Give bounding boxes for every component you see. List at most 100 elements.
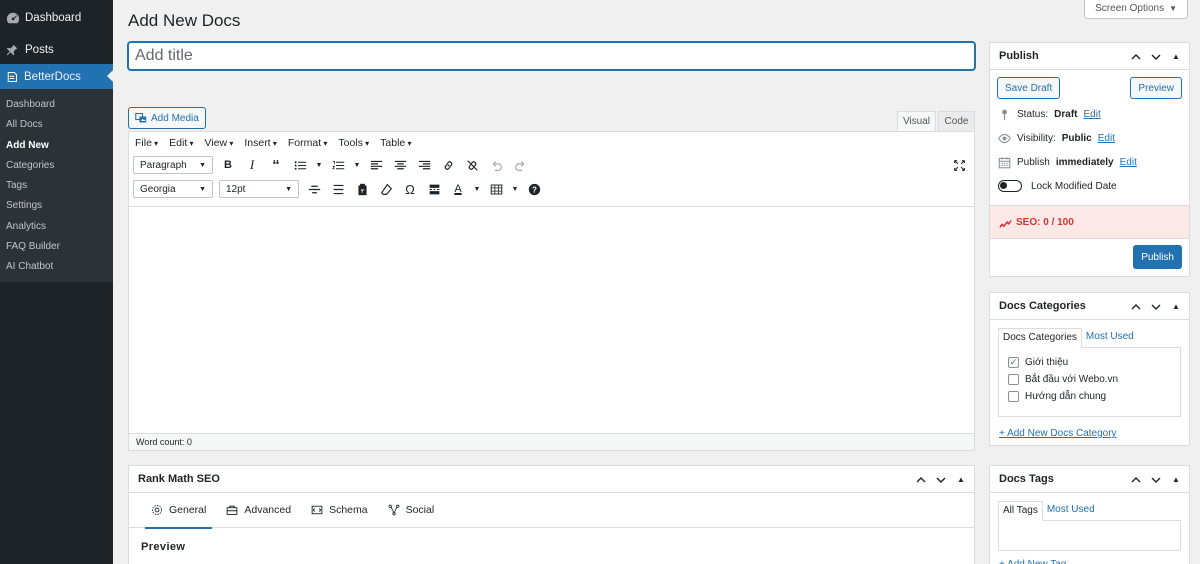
chevron-down-icon[interactable] — [1149, 302, 1163, 312]
edit-status-link[interactable]: Edit — [1083, 109, 1100, 120]
sidebar-item-label: BetterDocs — [24, 70, 81, 83]
chevron-up-icon[interactable] — [914, 475, 928, 485]
tab-code[interactable]: Code — [938, 111, 975, 131]
share-icon — [388, 504, 400, 516]
add-new-tag-link[interactable]: + Add New Tag — [990, 551, 1189, 564]
align-center-icon[interactable] — [391, 156, 409, 174]
menu-file[interactable]: File — [135, 137, 158, 149]
font-size-select[interactable]: 12pt ▼ — [219, 180, 299, 198]
submenu-all-docs[interactable]: All Docs — [0, 115, 113, 135]
page-title: Add New Docs — [128, 11, 241, 30]
menu-format[interactable]: Format — [288, 137, 328, 149]
collapse-triangle-icon[interactable]: ▲ — [1169, 475, 1183, 484]
collapse-triangle-icon[interactable]: ▲ — [1169, 302, 1183, 311]
tab-most-used-tags[interactable]: Most Used — [1043, 501, 1099, 521]
editor-content-area[interactable] — [129, 206, 974, 434]
paste-text-icon[interactable] — [353, 180, 371, 198]
menu-insert[interactable]: Insert — [244, 137, 277, 149]
submenu-categories[interactable]: Categories — [0, 156, 113, 176]
menu-tools[interactable]: Tools — [338, 137, 369, 149]
list-item[interactable]: ✓ Giới thiệu — [1008, 354, 1180, 371]
bold-icon[interactable]: B — [219, 156, 237, 174]
collapse-triangle-icon[interactable]: ▲ — [954, 475, 968, 484]
align-left-icon[interactable] — [367, 156, 385, 174]
clear-formatting-icon[interactable] — [377, 180, 395, 198]
chevron-up-icon[interactable] — [1129, 52, 1143, 62]
category-checkbox[interactable] — [1008, 374, 1019, 385]
text-color-icon[interactable]: A — [449, 180, 467, 198]
help-icon[interactable]: ? — [525, 180, 543, 198]
sidebar-item-betterdocs[interactable]: BetterDocs — [0, 64, 113, 89]
menu-table[interactable]: Table — [380, 137, 411, 149]
chevron-up-icon[interactable] — [1129, 302, 1143, 312]
sidebar-item-dashboard[interactable]: Dashboard — [0, 0, 113, 36]
category-checkbox[interactable]: ✓ — [1008, 357, 1019, 368]
menu-edit[interactable]: Edit — [169, 137, 193, 149]
submenu-analytics[interactable]: Analytics — [0, 217, 113, 237]
fullscreen-icon[interactable] — [950, 156, 968, 174]
align-right-icon[interactable] — [415, 156, 433, 174]
save-draft-button[interactable]: Save Draft — [997, 77, 1061, 99]
category-checkbox[interactable] — [1008, 391, 1019, 402]
blockquote-icon[interactable]: “ — [267, 156, 285, 174]
font-family-select[interactable]: Georgia ▼ — [133, 180, 213, 198]
tab-social[interactable]: Social — [378, 493, 445, 528]
strikethrough-icon[interactable] — [305, 180, 323, 198]
caret-down-icon: ▼ — [199, 161, 206, 169]
undo-icon[interactable] — [487, 156, 505, 174]
box-controls: ▲ — [1129, 466, 1183, 493]
caret-down-icon[interactable]: ▼ — [353, 156, 361, 174]
submenu-faq-builder[interactable]: FAQ Builder — [0, 237, 113, 257]
caret-down-icon[interactable]: ▼ — [511, 180, 519, 198]
edit-schedule-link[interactable]: Edit — [1120, 157, 1137, 168]
tab-all-categories[interactable]: Docs Categories — [998, 328, 1082, 348]
horizontal-line-icon[interactable] — [329, 180, 347, 198]
edit-visibility-link[interactable]: Edit — [1098, 133, 1115, 144]
chevron-down-icon[interactable] — [1149, 52, 1163, 62]
submenu-dashboard[interactable]: Dashboard — [0, 95, 113, 115]
sidebar-item-posts[interactable]: Posts — [0, 36, 113, 64]
chevron-up-icon[interactable] — [1129, 475, 1143, 485]
format-select[interactable]: Paragraph ▼ — [133, 156, 213, 174]
format-select-value: Paragraph — [140, 159, 187, 171]
lock-modified-toggle[interactable] — [998, 180, 1022, 192]
unlink-icon[interactable] — [463, 156, 481, 174]
redo-icon[interactable] — [511, 156, 529, 174]
add-new-category-link[interactable]: + Add New Docs Category — [990, 417, 1189, 439]
page-break-icon[interactable] — [425, 180, 443, 198]
font-size-value: 12pt — [226, 183, 246, 195]
submenu-tags[interactable]: Tags — [0, 176, 113, 196]
submenu-ai-chatbot[interactable]: AI Chatbot — [0, 257, 113, 277]
preview-button[interactable]: Preview — [1130, 77, 1182, 99]
publish-button[interactable]: Publish — [1133, 245, 1182, 269]
tab-visual[interactable]: Visual — [897, 111, 936, 131]
chevron-down-icon[interactable] — [1149, 475, 1163, 485]
list-item[interactable]: Hướng dẫn chung — [1008, 388, 1180, 405]
submenu-settings[interactable]: Settings — [0, 196, 113, 216]
bullet-list-icon[interactable] — [291, 156, 309, 174]
screen-options-button[interactable]: Screen Options ▼ — [1084, 0, 1188, 19]
table-icon[interactable] — [487, 180, 505, 198]
tab-schema[interactable]: Schema — [301, 493, 378, 528]
italic-icon[interactable]: I — [243, 156, 261, 174]
add-media-button[interactable]: Add Media — [128, 107, 206, 129]
submenu-add-new[interactable]: Add New — [0, 136, 113, 156]
chevron-down-icon[interactable] — [934, 475, 948, 485]
link-icon[interactable] — [439, 156, 457, 174]
menu-view[interactable]: View — [205, 137, 234, 149]
list-item[interactable]: Bắt đầu với Webo.vn — [1008, 371, 1180, 388]
tab-all-tags[interactable]: All Tags — [998, 501, 1043, 521]
tab-general[interactable]: General — [141, 493, 216, 529]
docs-tags-box: Docs Tags ▲ All Tags Most Used + Add New… — [989, 465, 1190, 564]
collapse-triangle-icon[interactable]: ▲ — [1169, 52, 1183, 61]
numbered-list-icon[interactable] — [329, 156, 347, 174]
font-family-value: Georgia — [140, 183, 176, 195]
tab-advanced[interactable]: Advanced — [216, 493, 301, 528]
caret-down-icon[interactable]: ▼ — [315, 156, 323, 174]
tab-most-used[interactable]: Most Used — [1082, 328, 1138, 348]
special-character-icon[interactable]: Ω — [401, 180, 419, 198]
caret-down-icon[interactable]: ▼ — [473, 180, 481, 198]
add-media-label: Add Media — [151, 112, 199, 124]
publish-box: Publish ▲ Save Draft Preview Status: Dra… — [989, 42, 1190, 277]
title-input[interactable] — [128, 42, 975, 70]
